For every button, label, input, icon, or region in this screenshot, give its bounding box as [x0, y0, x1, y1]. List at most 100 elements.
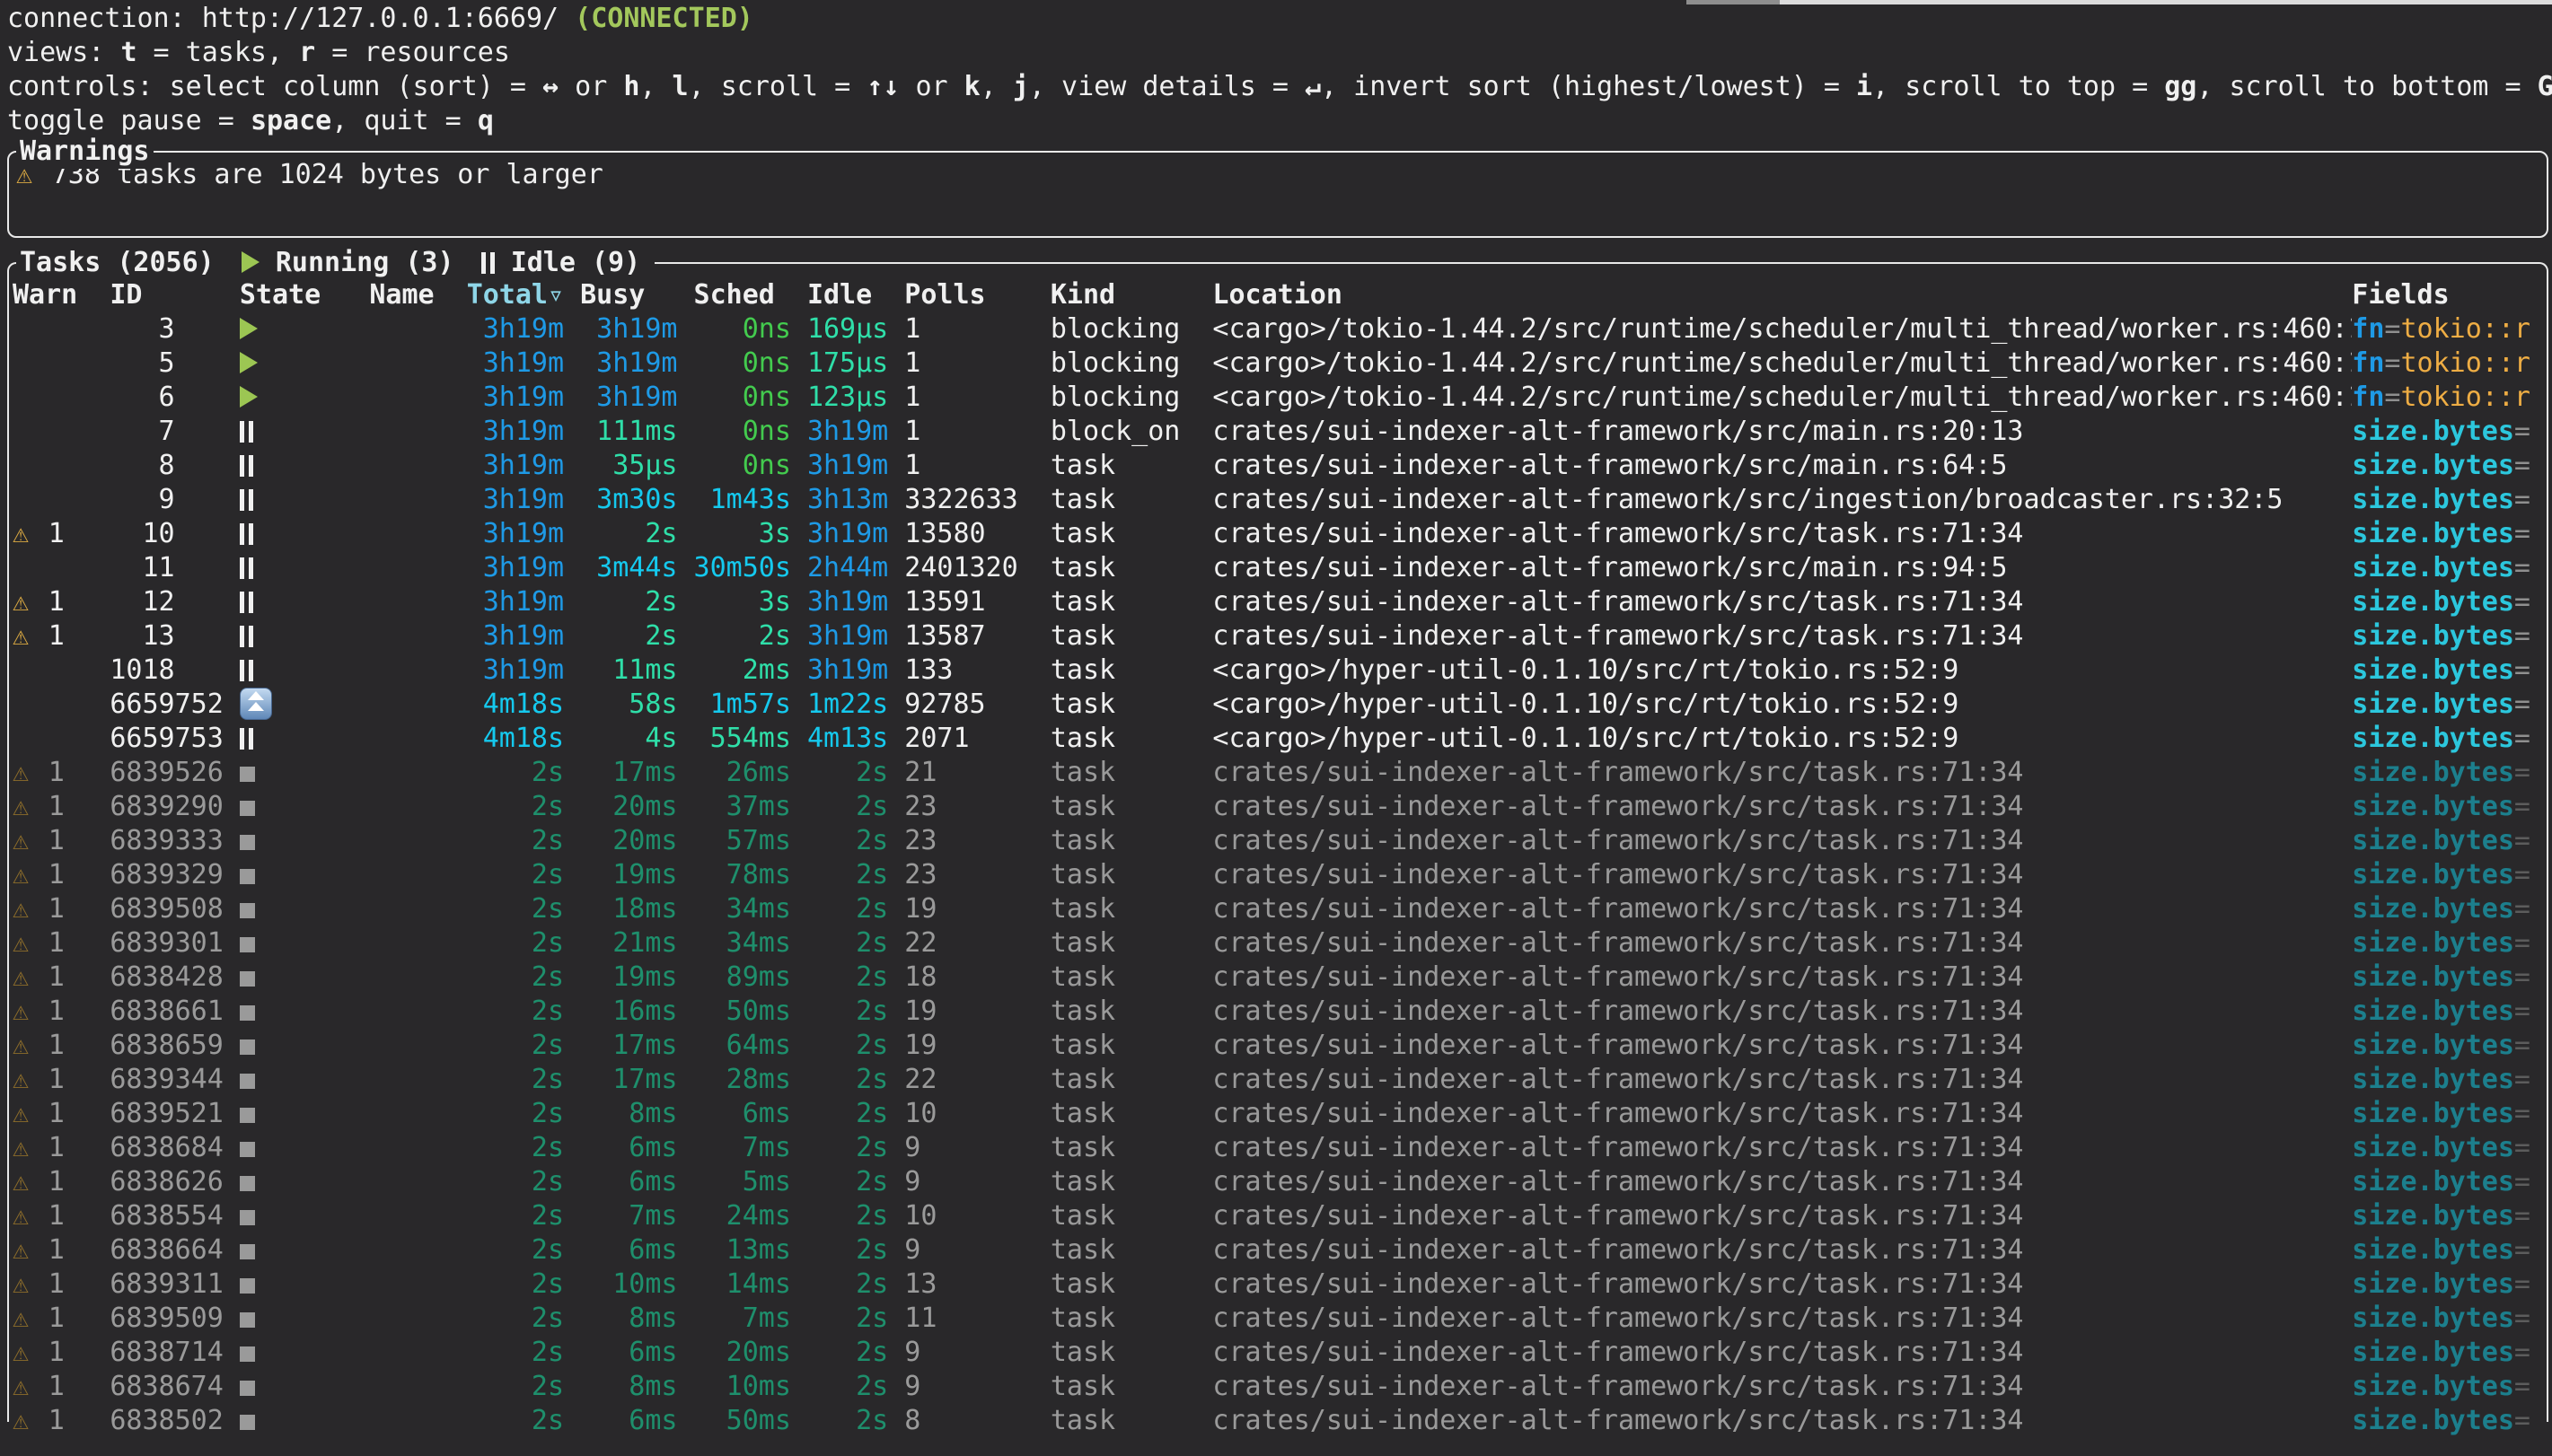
task-location: crates/sui-indexer-alt-framework/src/tas… — [1196, 585, 2352, 619]
task-row[interactable]: ⚠ 168395212s8ms6ms2s10taskcrates/sui-ind… — [13, 1097, 2547, 1131]
task-row[interactable]: ⚠ 168393332s20ms57ms2s23taskcrates/sui-i… — [13, 824, 2547, 858]
sched-duration: 6ms — [677, 1097, 790, 1131]
idle-duration: 2s — [791, 1165, 888, 1199]
field-equals: = — [2514, 1337, 2530, 1368]
task-row[interactable]: ⚠ 168386262s6ms5ms2s9taskcrates/sui-inde… — [13, 1165, 2547, 1199]
column-header-state[interactable]: State — [240, 278, 369, 312]
stopped-state-icon — [240, 767, 255, 782]
task-row[interactable]: ⚠ 168393112s10ms14ms2s13taskcrates/sui-i… — [13, 1267, 2547, 1302]
task-row[interactable]: 33h19m3h19m0ns169µs1blocking<cargo>/toki… — [13, 312, 2547, 346]
column-header-total[interactable]: Total▿ — [467, 278, 564, 312]
task-row[interactable]: ⚠ 168393442s17ms28ms2s22taskcrates/sui-i… — [13, 1063, 2547, 1097]
warn-cell: ⚠ 1 — [13, 1063, 110, 1097]
warn-cell: ⚠ 1 — [13, 517, 110, 551]
idle-state-icon — [240, 557, 253, 579]
task-row[interactable]: ⚠ 168386592s17ms64ms2s19taskcrates/sui-i… — [13, 1029, 2547, 1063]
task-id: 6839333 — [110, 824, 239, 858]
task-row[interactable]: 63h19m3h19m0ns123µs1blocking<cargo>/toki… — [13, 381, 2547, 415]
column-header-id[interactable]: ID — [110, 278, 239, 312]
task-location: crates/sui-indexer-alt-framework/src/ing… — [1196, 483, 2352, 517]
field-key: size.bytes — [2352, 1098, 2514, 1129]
column-header-fields[interactable]: Fields — [2352, 278, 2547, 312]
hint-segment: ↵ — [1305, 71, 1321, 102]
sched-duration: 37ms — [677, 790, 790, 824]
hint-segment: , — [981, 71, 1013, 102]
task-row[interactable]: ⚠ 168395082s18ms34ms2s19taskcrates/sui-i… — [13, 892, 2547, 926]
busy-duration: 8ms — [564, 1097, 677, 1131]
task-id: 6659753 — [110, 722, 239, 756]
field-equals: = — [2514, 1371, 2530, 1402]
task-row[interactable]: ⚠ 1 123h19m2s3s3h19m13591taskcrates/sui-… — [13, 585, 2547, 619]
busy-duration: 20ms — [564, 824, 677, 858]
task-row[interactable]: ⚠ 168384282s19ms89ms2s18taskcrates/sui-i… — [13, 960, 2547, 995]
polls-count: 22 — [888, 1063, 1034, 1097]
task-kind: task — [1034, 722, 1197, 756]
task-row[interactable]: 113h19m3m44s30m50s2h44m2401320taskcrates… — [13, 551, 2547, 585]
column-header-sched[interactable]: Sched — [677, 278, 790, 312]
task-row[interactable]: ⚠ 168395092s8ms7ms2s11taskcrates/sui-ind… — [13, 1302, 2547, 1336]
stopped-state-icon — [240, 903, 255, 918]
task-row[interactable]: 66597524m18s58s1m57s1m22s92785task<cargo… — [13, 688, 2547, 722]
task-name — [369, 926, 466, 960]
task-row[interactable]: 73h19m111ms0ns3h19m1block_oncrates/sui-i… — [13, 415, 2547, 449]
task-id: 6839521 — [110, 1097, 239, 1131]
task-row[interactable]: 53h19m3h19m0ns175µs1blocking<cargo>/toki… — [13, 346, 2547, 381]
task-id: 12 — [110, 585, 239, 619]
field-key: size.bytes — [2352, 825, 2514, 856]
task-row[interactable]: ⚠ 168392902s20ms37ms2s23taskcrates/sui-i… — [13, 790, 2547, 824]
task-row[interactable]: ⚠ 168393012s21ms34ms2s22taskcrates/sui-i… — [13, 926, 2547, 960]
task-id: 6839526 — [110, 756, 239, 790]
warn-cell: ⚠ 1 — [13, 1370, 110, 1404]
field-key: size.bytes — [2352, 484, 2514, 515]
task-row[interactable]: 66597534m18s4s554ms4m13s2071task<cargo>/… — [13, 722, 2547, 756]
field-equals: = — [2514, 1268, 2530, 1300]
task-row[interactable]: ⚠ 1 133h19m2s2s3h19m13587taskcrates/sui-… — [13, 619, 2547, 653]
task-row[interactable]: ⚠ 168385542s7ms24ms2s10taskcrates/sui-in… — [13, 1199, 2547, 1233]
warning-icon: ⚠ — [13, 756, 32, 790]
task-row[interactable]: 93h19m3m30s1m43s3h13m3322633taskcrates/s… — [13, 483, 2547, 517]
running-state-icon — [242, 251, 260, 273]
task-row[interactable]: ⚠ 168386842s6ms7ms2s9taskcrates/sui-inde… — [13, 1131, 2547, 1165]
task-row[interactable]: ⚠ 1 103h19m2s3s3h19m13580taskcrates/sui-… — [13, 517, 2547, 551]
busy-duration: 10ms — [564, 1267, 677, 1302]
total-duration: 3h19m — [467, 619, 564, 653]
hint-segment: r — [299, 37, 315, 68]
total-duration: 2s — [467, 926, 564, 960]
task-fields: size.bytes= — [2352, 585, 2547, 619]
column-header-warn[interactable]: Warn — [13, 278, 110, 312]
task-row[interactable]: 83h19m35µs0ns3h19m1taskcrates/sui-indexe… — [13, 449, 2547, 483]
task-row[interactable]: ⚠ 168385022s6ms50ms2s8taskcrates/sui-ind… — [13, 1404, 2547, 1438]
field-equals: = — [2514, 825, 2530, 856]
task-row[interactable]: ⚠ 168393292s19ms78ms2s23taskcrates/sui-i… — [13, 858, 2547, 892]
warn-cell: ⚠ 1 — [13, 1165, 110, 1199]
task-name — [369, 1199, 466, 1233]
column-header-idle[interactable]: Idle — [791, 278, 888, 312]
column-header-location[interactable]: Location — [1196, 278, 2352, 312]
idle-duration: 1m22s — [791, 688, 888, 722]
task-row[interactable]: 10183h19m11ms2ms3h19m133task<cargo>/hype… — [13, 653, 2547, 688]
column-header-kind[interactable]: Kind — [1034, 278, 1197, 312]
running-state-icon — [240, 386, 258, 408]
field-equals: = — [2514, 757, 2530, 788]
task-row[interactable]: ⚠ 168387142s6ms20ms2s9taskcrates/sui-ind… — [13, 1336, 2547, 1370]
polls-count: 9 — [888, 1233, 1034, 1267]
column-header-busy[interactable]: Busy — [564, 278, 677, 312]
column-header-polls[interactable]: Polls — [888, 278, 1034, 312]
total-duration: 2s — [467, 1029, 564, 1063]
task-kind: task — [1034, 653, 1197, 688]
hint-segment: , view details = — [1029, 71, 1305, 102]
task-name — [369, 892, 466, 926]
sched-duration: 24ms — [677, 1199, 790, 1233]
task-row[interactable]: ⚠ 168395262s17ms26ms2s21taskcrates/sui-i… — [13, 756, 2547, 790]
task-fields: size.bytes= — [2352, 1336, 2547, 1370]
task-row[interactable]: ⚠ 168386612s16ms50ms2s19taskcrates/sui-i… — [13, 995, 2547, 1029]
warn-cell: ⚠ 1 — [13, 1336, 110, 1370]
stopped-state-icon — [240, 1278, 255, 1294]
task-row[interactable]: ⚠ 168386642s6ms13ms2s9taskcrates/sui-ind… — [13, 1233, 2547, 1267]
task-row[interactable]: ⚠ 168386742s8ms10ms2s9taskcrates/sui-ind… — [13, 1370, 2547, 1404]
column-header-name[interactable]: Name — [369, 278, 466, 312]
stopped-state-icon — [240, 1346, 255, 1362]
task-id: 6839509 — [110, 1302, 239, 1336]
busy-duration: 8ms — [564, 1302, 677, 1336]
stopped-state-icon — [240, 1142, 255, 1157]
